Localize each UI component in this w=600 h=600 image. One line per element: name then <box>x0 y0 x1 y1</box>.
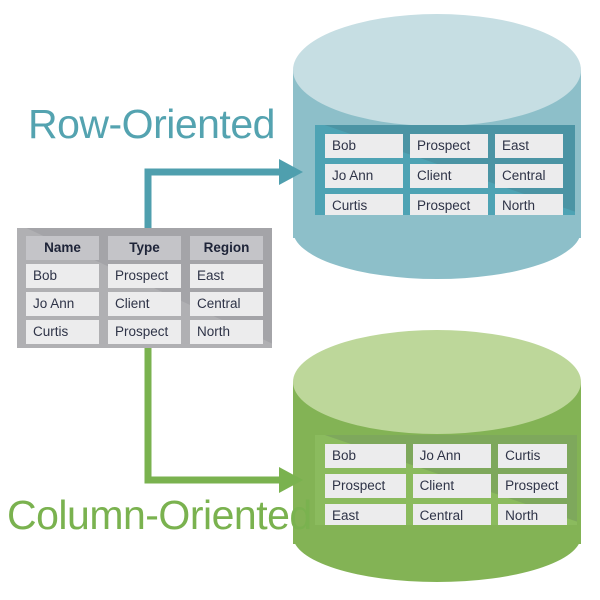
table-cell: North <box>495 194 563 215</box>
table-cell: East <box>325 504 406 525</box>
cylinder-top-ellipse <box>293 14 581 126</box>
table-row: Curtis Prospect North <box>26 320 263 344</box>
table-cell: Central <box>412 504 492 525</box>
table-cell: North <box>498 504 567 525</box>
table-cell: Jo Ann <box>325 164 403 188</box>
table-cell: Curtis <box>26 320 99 344</box>
table-row: Bob Jo Ann Curtis <box>325 444 567 468</box>
table-row: Jo Ann Client Central <box>325 164 565 188</box>
table-row: Bob Prospect East <box>26 264 263 288</box>
table-cell: Prospect <box>108 320 181 344</box>
table-row: Prospect Client Prospect <box>325 474 567 498</box>
source-table-grid: Name Type Region Bob Prospect East Jo An… <box>26 236 263 344</box>
table-cell: Central <box>190 292 263 316</box>
arrow-to-column-store <box>144 345 303 493</box>
table-cell: East <box>190 264 263 288</box>
table-cell: Prospect <box>410 194 488 215</box>
row-oriented-label: Row-Oriented <box>28 101 275 147</box>
table-cell: Bob <box>325 134 403 158</box>
table-cell: Jo Ann <box>412 444 492 468</box>
table-header-row: Name Type Region <box>26 236 263 260</box>
table-row: Curtis Prospect North <box>325 194 565 215</box>
table-cell: Central <box>495 164 563 188</box>
row-store-table: Bob Prospect East Jo Ann Client Central … <box>315 125 575 215</box>
column-oriented-label: Column-Oriented <box>7 492 312 538</box>
table-row: Bob Prospect East <box>325 134 565 158</box>
table-cell: Client <box>410 164 488 188</box>
table-cell: Jo Ann <box>26 292 99 316</box>
table-row: Jo Ann Client Central <box>26 292 263 316</box>
arrow-to-row-store <box>144 159 303 238</box>
column-header: Region <box>190 236 263 260</box>
table-cell: Curtis <box>325 194 403 215</box>
row-store-grid: Bob Prospect East Jo Ann Client Central … <box>325 134 565 215</box>
table-cell: Curtis <box>498 444 567 468</box>
table-cell: North <box>190 320 263 344</box>
table-cell: Prospect <box>498 474 567 498</box>
source-table: Name Type Region Bob Prospect East Jo An… <box>17 228 272 348</box>
table-cell: Bob <box>325 444 406 468</box>
table-cell: Prospect <box>410 134 488 158</box>
column-header: Name <box>26 236 99 260</box>
table-body: Bob Prospect East Jo Ann Client Central … <box>26 264 263 344</box>
table-cell: Prospect <box>108 264 181 288</box>
table-cell: Client <box>412 474 492 498</box>
diagram-canvas: Row-Oriented Column-Oriented Name Type R… <box>0 0 600 600</box>
column-store-table: Bob Jo Ann Curtis Prospect Client Prospe… <box>315 435 577 525</box>
table-cell: Bob <box>26 264 99 288</box>
table-cell: Prospect <box>325 474 406 498</box>
table-cell: East <box>495 134 563 158</box>
table-row: East Central North <box>325 504 567 525</box>
table-cell: Client <box>108 292 181 316</box>
column-store-grid: Bob Jo Ann Curtis Prospect Client Prospe… <box>325 444 567 525</box>
column-header: Type <box>108 236 181 260</box>
cylinder-top-ellipse <box>293 330 581 434</box>
